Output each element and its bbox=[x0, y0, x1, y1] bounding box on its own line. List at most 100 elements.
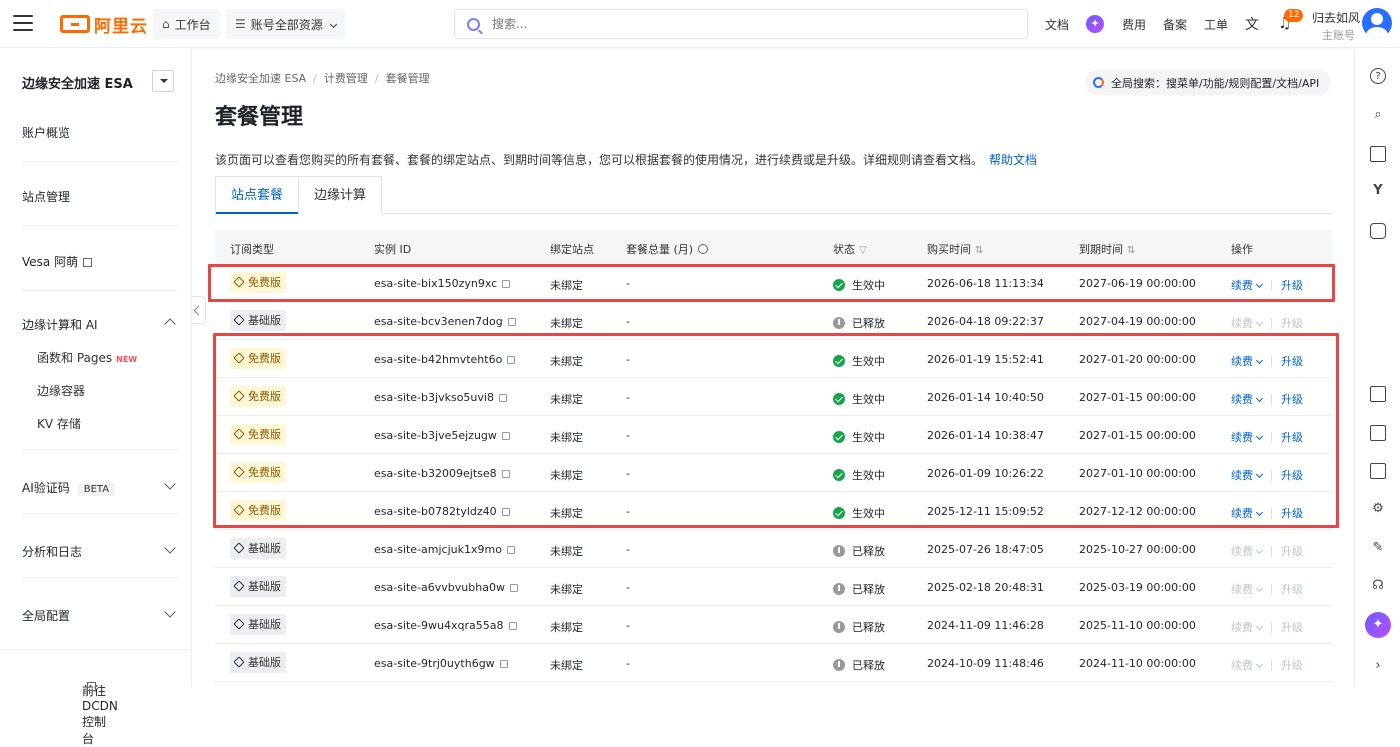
status-text: 已释放 bbox=[852, 659, 885, 672]
divider bbox=[1271, 584, 1272, 595]
billing-link[interactable]: 费用 bbox=[1122, 16, 1146, 33]
dcdn-console-label: 前往 DCDN 控制台 bbox=[82, 684, 118, 746]
status-badge: 已释放 bbox=[833, 543, 885, 559]
sidebar-item-vesa-label: Vesa 阿萌 bbox=[22, 255, 79, 269]
document-icon[interactable] bbox=[1370, 386, 1386, 402]
renew-dropdown[interactable]: 续费 bbox=[1231, 621, 1264, 634]
brand-y-icon[interactable]: Y bbox=[1370, 183, 1386, 199]
notes-icon[interactable] bbox=[1370, 146, 1386, 162]
bound-site: 未绑定 bbox=[550, 317, 583, 330]
status-text: 已释放 bbox=[852, 317, 885, 330]
divider bbox=[22, 577, 177, 578]
chevron-down-icon[interactable] bbox=[164, 542, 176, 554]
header-quota: 套餐总量 (月) bbox=[626, 241, 709, 257]
copy-icon[interactable] bbox=[499, 660, 508, 668]
header-instance: 实例 ID bbox=[374, 243, 412, 256]
instance-id: esa-site-9wu4xqra55a8 bbox=[374, 619, 517, 632]
sidebar-item-functions[interactable]: 函数和 Pages NEW bbox=[37, 349, 137, 366]
sidebar-item-kv[interactable]: KV 存储 bbox=[37, 415, 81, 432]
ticket-link[interactable]: 工单 bbox=[1204, 16, 1228, 33]
product-switch-dropdown[interactable] bbox=[152, 70, 174, 92]
terminal-icon[interactable] bbox=[1370, 463, 1386, 479]
docs-link[interactable]: 文档 bbox=[1045, 16, 1069, 33]
sidebar-group-captcha[interactable]: AI验证码 BETA bbox=[22, 479, 116, 496]
avatar[interactable] bbox=[1362, 8, 1392, 38]
instance-id-text: esa-site-amjcjuk1x9mo bbox=[374, 543, 502, 556]
user-name[interactable]: 归去如风 bbox=[1312, 9, 1360, 26]
table-row: 基础版 esa-site-9wu4xqra55a8 未绑定 - 已释放 2024-11-0… bbox=[215, 606, 1332, 644]
sidebar-item-containers[interactable]: 边缘容器 bbox=[37, 382, 85, 399]
renew-dropdown[interactable]: 续费 bbox=[1231, 317, 1264, 330]
search-box[interactable] bbox=[454, 9, 1028, 39]
notification-badge: 12 bbox=[1284, 9, 1304, 22]
quota-value: - bbox=[626, 657, 630, 670]
icp-link[interactable]: 备案 bbox=[1163, 16, 1187, 33]
search-input[interactable] bbox=[492, 17, 992, 31]
sidebar-group-edge-ai[interactable]: 边缘计算和 AI bbox=[22, 316, 98, 333]
sidebar-item-vesa[interactable]: Vesa 阿萌 bbox=[22, 253, 93, 270]
workbench-button[interactable]: ⌂ 工作台 bbox=[153, 9, 220, 39]
status-badge: 已释放 bbox=[833, 619, 885, 635]
sidebar-group-global[interactable]: 全局配置 bbox=[22, 607, 70, 624]
menu-icon[interactable] bbox=[13, 15, 33, 31]
search-icon[interactable]: ⌕ bbox=[1370, 107, 1386, 123]
upgrade-button[interactable]: 升级 bbox=[1281, 317, 1303, 330]
upgrade-button[interactable]: 升级 bbox=[1281, 583, 1303, 596]
chevron-down-icon bbox=[1255, 546, 1264, 555]
copy-icon[interactable] bbox=[506, 546, 515, 554]
copy-icon[interactable] bbox=[507, 318, 516, 326]
table-header: 订阅类型 实例 ID 绑定站点 套餐总量 (月) 状态 ▽ 购买时间 ⇅ 到期时间 ⇅… bbox=[215, 230, 1332, 264]
tab-edge-compute[interactable]: 边缘计算 bbox=[298, 176, 383, 214]
instance-id-text: esa-site-9trj0uyth6gw bbox=[374, 657, 495, 670]
help-icon[interactable] bbox=[698, 244, 709, 254]
chevron-down-icon[interactable] bbox=[164, 478, 176, 490]
info-circle-icon bbox=[833, 583, 845, 595]
translate-icon[interactable]: 文 bbox=[1245, 14, 1259, 34]
assistant-icon[interactable]: ✦ bbox=[1365, 612, 1391, 638]
divider bbox=[22, 513, 177, 514]
copy-icon[interactable] bbox=[509, 584, 518, 592]
renew-dropdown[interactable]: 续费 bbox=[1231, 545, 1264, 558]
renew-dropdown[interactable]: 续费 bbox=[1231, 583, 1264, 596]
chevron-up-icon[interactable] bbox=[164, 318, 176, 330]
global-search-button[interactable]: 全局搜索：搜菜单/功能/规则配置/文档/API bbox=[1085, 70, 1331, 95]
purchase-time: 2025-02-18 20:48:31 bbox=[927, 581, 1044, 594]
sort-icon[interactable]: ⇅ bbox=[1127, 245, 1135, 256]
quota-value: - bbox=[626, 315, 630, 328]
breadcrumb-item[interactable]: 计费管理 bbox=[324, 72, 368, 85]
page-description: 该页面可以查看您购买的所有套餐、套餐的绑定站点、到期时间等信息，您可以根据套餐的… bbox=[215, 151, 1037, 168]
sidebar-item-overview[interactable]: 账户概览 bbox=[22, 124, 70, 141]
sidebar-collapse-handle[interactable] bbox=[192, 296, 206, 324]
sidebar-group-analytics[interactable]: 分析和日志 bbox=[22, 543, 82, 560]
upgrade-button[interactable]: 升级 bbox=[1281, 659, 1303, 672]
help-doc-link[interactable]: 帮助文档 bbox=[989, 153, 1037, 167]
status-badge: 已释放 bbox=[833, 581, 885, 597]
chevron-right-icon[interactable]: › bbox=[1370, 658, 1386, 674]
assistant-icon[interactable]: ✦ bbox=[1086, 15, 1104, 33]
headset-icon[interactable]: ☊ bbox=[1370, 578, 1386, 594]
sort-icon[interactable]: ⇅ bbox=[975, 245, 983, 256]
renew-dropdown[interactable]: 续费 bbox=[1231, 659, 1264, 672]
tab-site-plan[interactable]: 站点套餐 bbox=[215, 176, 300, 215]
bound-site: 未绑定 bbox=[550, 621, 583, 634]
upgrade-button[interactable]: 升级 bbox=[1281, 621, 1303, 634]
chat-icon[interactable] bbox=[1370, 223, 1386, 239]
settings-icon[interactable]: ⚙ bbox=[1370, 501, 1386, 517]
chevron-down-icon[interactable] bbox=[164, 606, 176, 618]
transfer-icon[interactable] bbox=[1370, 425, 1386, 441]
upgrade-button[interactable]: 升级 bbox=[1281, 545, 1303, 558]
edit-icon[interactable]: ✎ bbox=[1370, 540, 1386, 556]
header-quota-label: 套餐总量 (月) bbox=[626, 243, 694, 256]
resource-scope-dropdown[interactable]: ☰ 账号全部资源 bbox=[226, 9, 345, 39]
workbench-label: 工作台 bbox=[174, 17, 211, 32]
copy-icon[interactable] bbox=[508, 622, 517, 630]
sidebar-footer[interactable]: 前往 DCDN 控制台 bbox=[0, 649, 192, 746]
filter-icon[interactable]: ▽ bbox=[859, 245, 867, 256]
sidebar-item-sites[interactable]: 站点管理 bbox=[22, 188, 70, 205]
tab-bar: 站点套餐 边缘计算 bbox=[215, 176, 1332, 215]
aliyun-logo[interactable]: 阿里云 bbox=[60, 12, 148, 37]
breadcrumb-item[interactable]: 边缘安全加速 ESA bbox=[215, 72, 306, 85]
plan-tag: 基础版 bbox=[230, 310, 286, 331]
help-icon[interactable]: ? bbox=[1370, 68, 1386, 84]
plan-label: 基础版 bbox=[248, 618, 281, 631]
